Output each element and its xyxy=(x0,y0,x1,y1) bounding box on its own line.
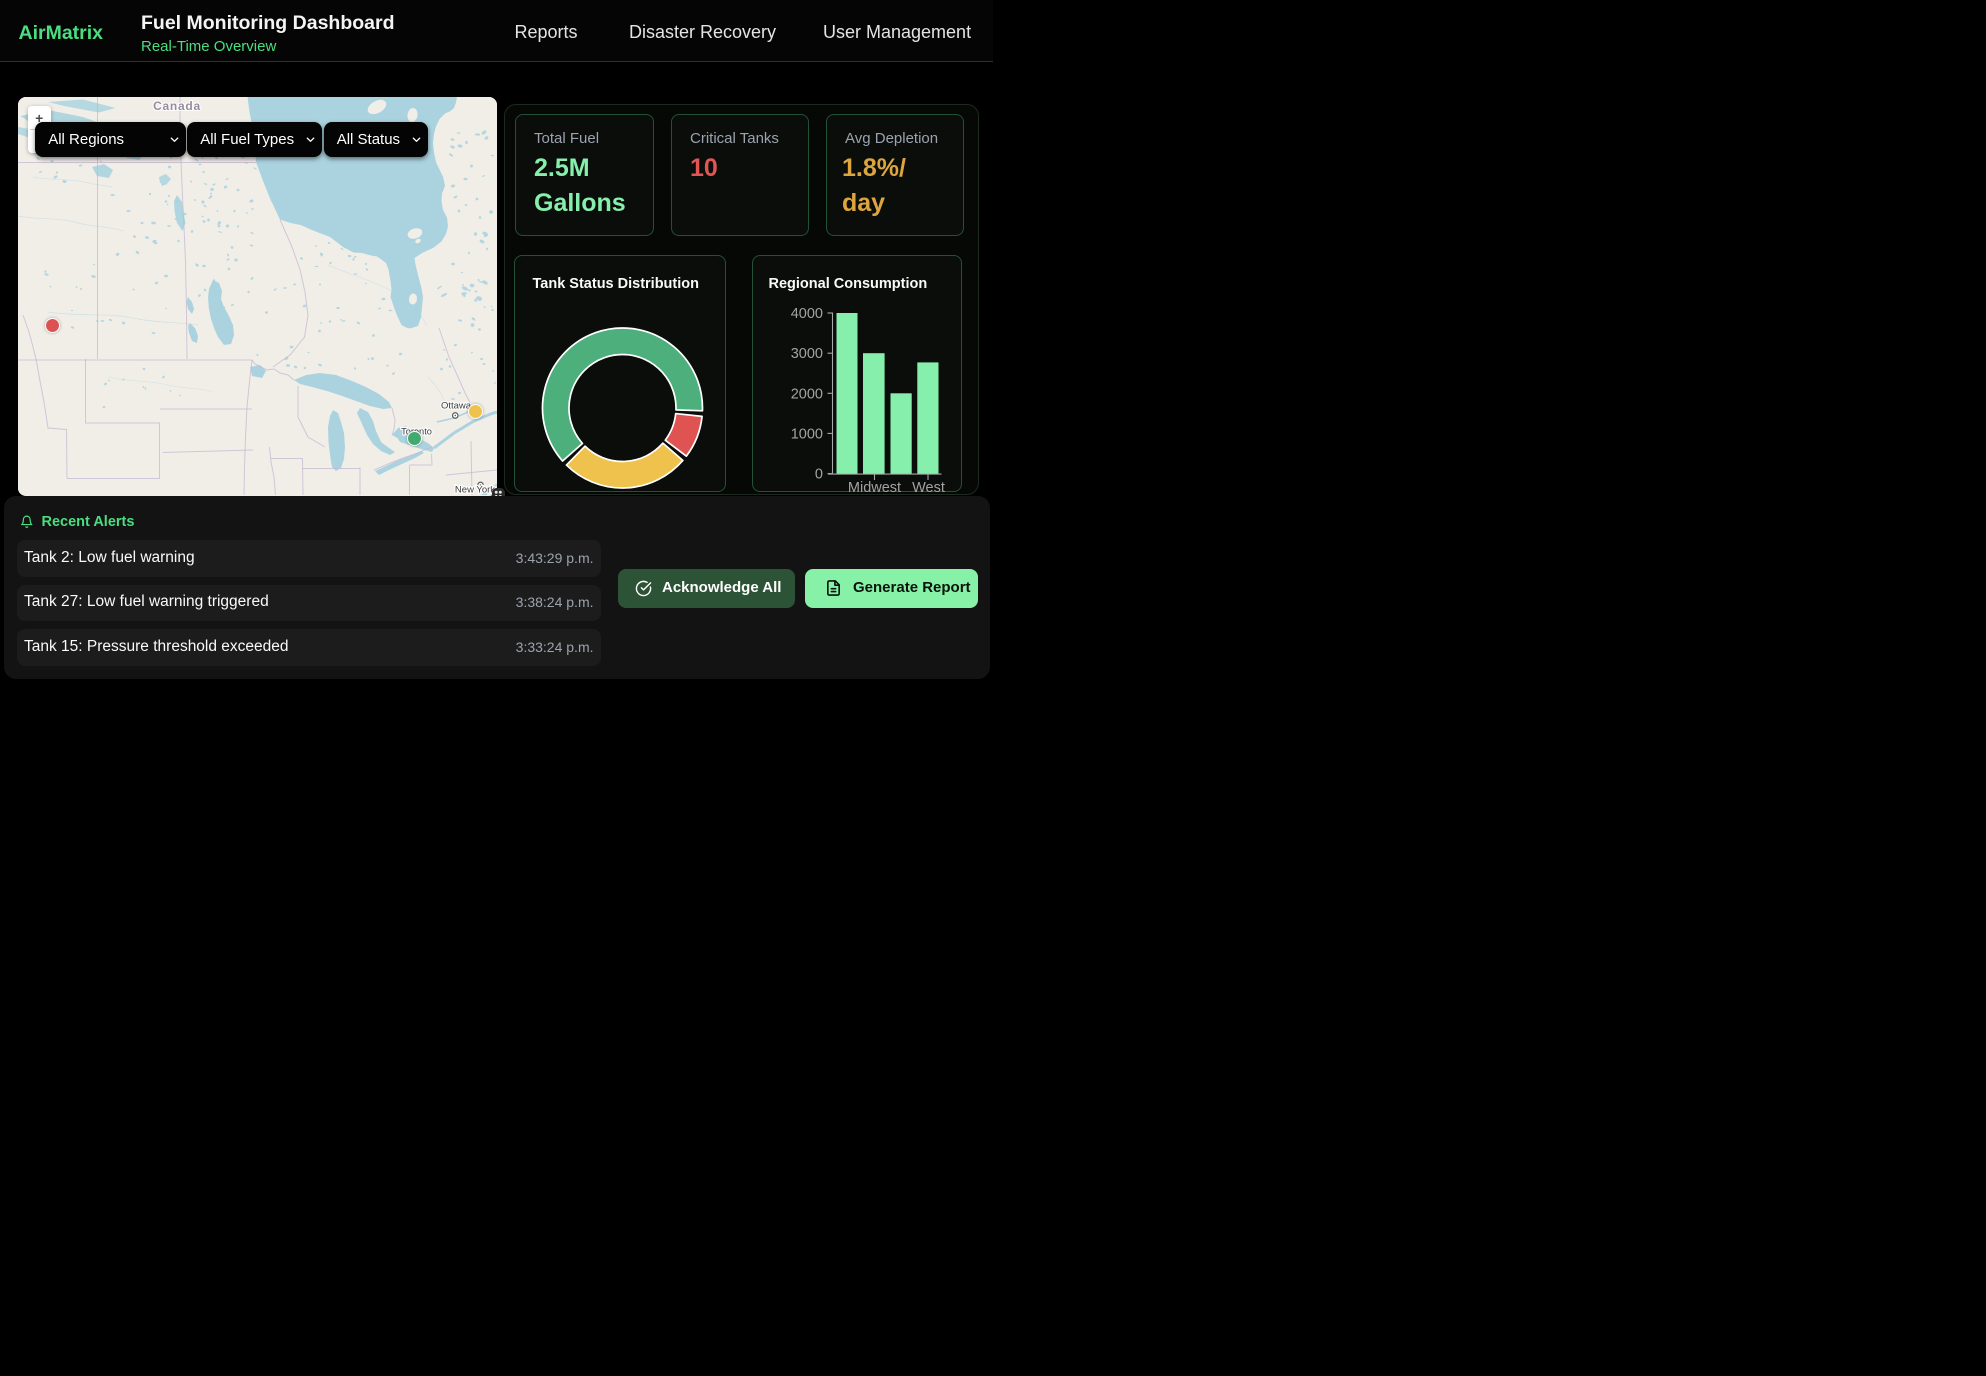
svg-text:2000: 2000 xyxy=(790,386,822,402)
svg-text:Midwest: Midwest xyxy=(847,480,900,493)
svg-text:0: 0 xyxy=(814,466,822,482)
svg-text:New York: New York xyxy=(454,484,494,495)
svg-text:1000: 1000 xyxy=(790,426,822,442)
svg-text:Ottawa: Ottawa xyxy=(440,400,471,411)
svg-text:West: West xyxy=(912,480,945,493)
svg-text:4000: 4000 xyxy=(790,306,822,322)
svg-text:3000: 3000 xyxy=(790,346,822,362)
svg-text:Canada: Canada xyxy=(153,99,201,113)
